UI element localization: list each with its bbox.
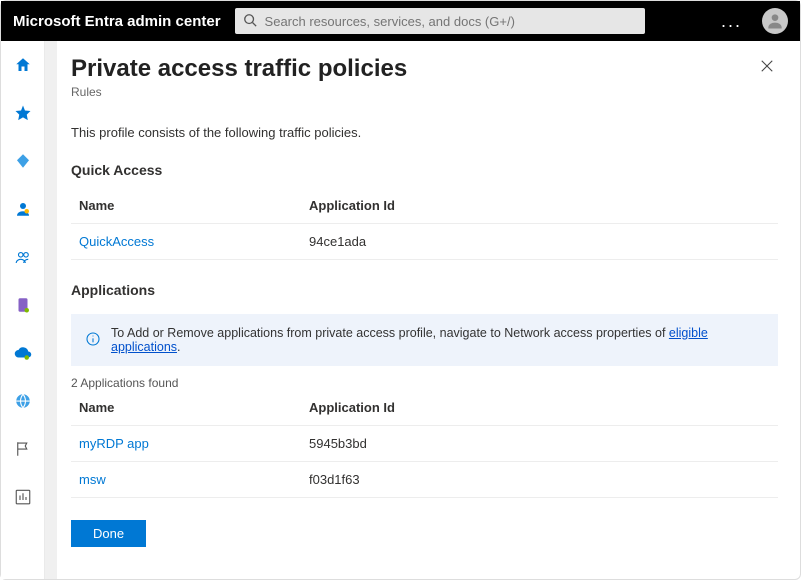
- qa-col-appid: Application Id: [301, 188, 778, 224]
- applications-heading: Applications: [71, 282, 778, 298]
- search-box[interactable]: [235, 8, 645, 34]
- chart-icon[interactable]: [11, 485, 35, 509]
- info-text: To Add or Remove applications from priva…: [111, 326, 764, 354]
- avatar[interactable]: [762, 8, 788, 34]
- qa-row-appid: 94ce1ada: [301, 224, 778, 260]
- intro-text: This profile consists of the following t…: [71, 125, 778, 140]
- main-pane: Private access traffic policies Rules Th…: [57, 41, 800, 579]
- app-col-name: Name: [71, 390, 301, 426]
- applications-table: Name Application Id myRDP app 5945b3bd m…: [71, 390, 778, 498]
- search-input[interactable]: [265, 14, 637, 29]
- close-button[interactable]: [756, 55, 778, 80]
- page-subtitle: Rules: [71, 85, 407, 99]
- device-icon[interactable]: [11, 293, 35, 317]
- globe-icon[interactable]: [11, 389, 35, 413]
- app-row-name[interactable]: msw: [79, 472, 106, 487]
- table-row: msw f03d1f63: [71, 462, 778, 498]
- left-rail: [1, 41, 45, 579]
- group-icon[interactable]: [11, 245, 35, 269]
- done-button[interactable]: Done: [71, 520, 146, 547]
- applications-count: 2 Applications found: [71, 376, 778, 390]
- table-row: QuickAccess 94ce1ada: [71, 224, 778, 260]
- search-icon: [243, 13, 257, 30]
- brand-title: Microsoft Entra admin center: [13, 13, 221, 30]
- more-button[interactable]: ...: [715, 11, 748, 32]
- info-icon: [85, 331, 101, 350]
- quick-access-heading: Quick Access: [71, 162, 778, 178]
- app-row-name[interactable]: myRDP app: [79, 436, 149, 451]
- info-banner: To Add or Remove applications from priva…: [71, 314, 778, 366]
- table-row: myRDP app 5945b3bd: [71, 426, 778, 462]
- app-row-appid: f03d1f63: [301, 462, 778, 498]
- app-col-appid: Application Id: [301, 390, 778, 426]
- star-icon[interactable]: [11, 101, 35, 125]
- home-icon[interactable]: [11, 53, 35, 77]
- topbar: Microsoft Entra admin center ...: [1, 1, 800, 41]
- page-title: Private access traffic policies: [71, 55, 407, 83]
- gutter: [45, 41, 57, 579]
- qa-col-name: Name: [71, 188, 301, 224]
- flag-icon[interactable]: [11, 437, 35, 461]
- quick-access-table: Name Application Id QuickAccess 94ce1ada: [71, 188, 778, 260]
- diamond-icon[interactable]: [11, 149, 35, 173]
- cloud-icon[interactable]: [11, 341, 35, 365]
- qa-row-name[interactable]: QuickAccess: [79, 234, 154, 249]
- app-row-appid: 5945b3bd: [301, 426, 778, 462]
- person-icon[interactable]: [11, 197, 35, 221]
